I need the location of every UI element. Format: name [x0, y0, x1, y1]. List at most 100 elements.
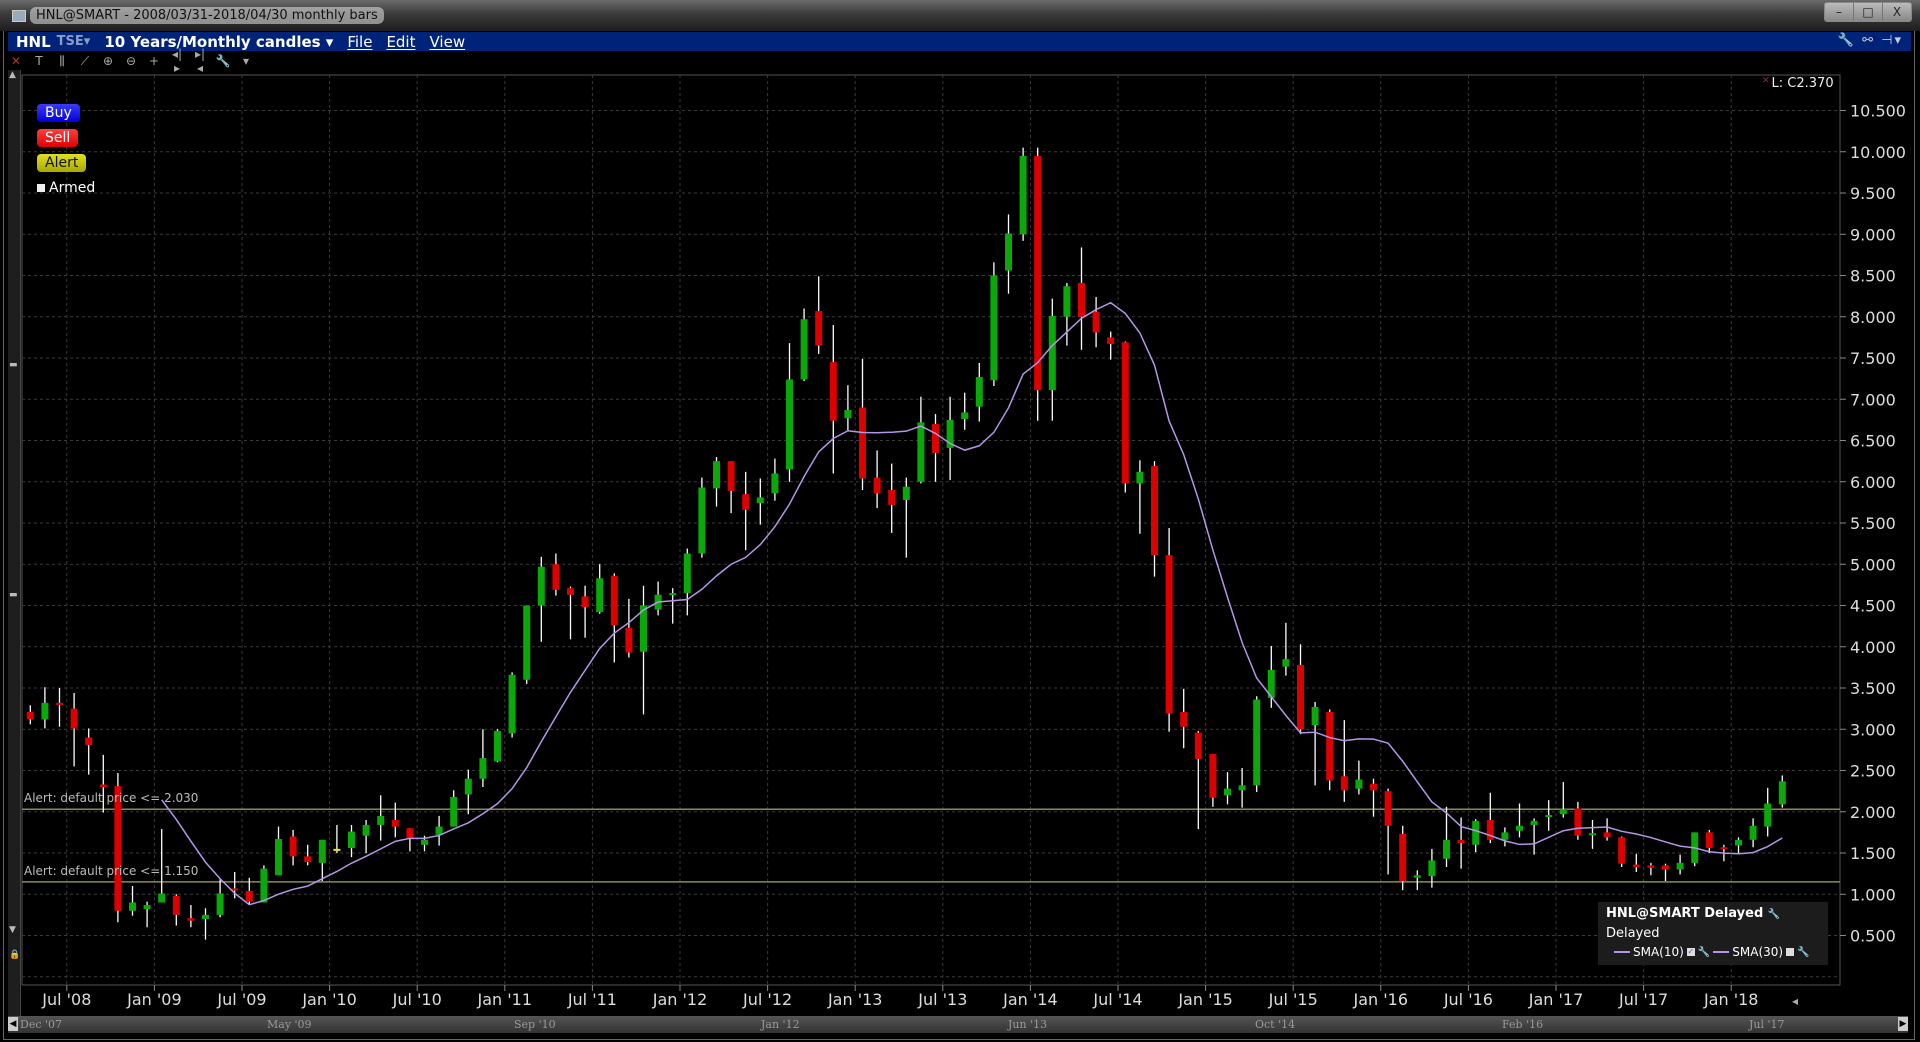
candle [552, 553, 560, 596]
menu-edit[interactable]: Edit [386, 33, 415, 51]
alert-button[interactable]: Alert [37, 154, 87, 172]
candle-body [391, 820, 399, 827]
left-scroll-strip[interactable]: ▲ ▬ ▬ ▼ 🔒 [8, 70, 21, 1020]
wrench-link-pin-icons[interactable]: 🔧 ⚯ ⊣▾ [1838, 33, 1903, 48]
expand-icon[interactable]: ◂|▸ [169, 47, 185, 75]
x-tick-label: Jan '12 [652, 990, 708, 1009]
candle [333, 824, 341, 853]
symbol-label[interactable]: HNL [16, 33, 51, 51]
compress-icon[interactable]: ▸|◂ [192, 47, 208, 75]
chart-toolbar: ✕ T ⫼ ⟋ ⊕ ⊖ + ◂|▸ ▸|◂ 🔧 ▾ [8, 47, 254, 75]
y-tick-label: 9.000 [1850, 225, 1896, 244]
scroll-right-icon[interactable]: ▶ [1898, 1017, 1908, 1031]
candlestick-chart[interactable]: 10.500 10.000 9.500 9.000 8.500 8.000 7.500 7.0… [0, 0, 1920, 1042]
window-title: HNL@SMART - 2008/03/31-2018/04/30 monthl… [30, 7, 384, 24]
candle [713, 457, 720, 507]
exchange-dropdown[interactable]: TSE▾ [57, 34, 91, 49]
x-tick-label: Jan '18 [1703, 990, 1759, 1009]
sma10-label[interactable]: SMA(10) [1633, 945, 1684, 959]
candle [129, 886, 136, 916]
candle-body [1355, 779, 1363, 789]
maximize-button[interactable]: □ [1853, 3, 1882, 21]
close-readout-icon[interactable]: ✕ [1762, 76, 1770, 86]
navigator-label: Jul '17 [1749, 1018, 1785, 1031]
wrench-icon[interactable]: 🔧 [1698, 947, 1710, 958]
zoom-out-icon[interactable]: ⊖ [123, 54, 139, 68]
candle-body [202, 914, 209, 919]
wrench-icon[interactable]: 🔧 [215, 54, 231, 68]
splitter-handle-icon[interactable]: ▬ [9, 360, 18, 370]
candle-body [990, 275, 998, 381]
candle [318, 839, 326, 882]
x-tick-label: Jul '08 [41, 990, 91, 1009]
x-tick-label: Jul '10 [392, 990, 442, 1009]
y-tick-label: 5.500 [1850, 514, 1896, 533]
candle [1589, 820, 1596, 849]
candle [1384, 788, 1392, 875]
candle-body [348, 831, 355, 849]
candle-body [56, 702, 63, 705]
axes: 10.500 10.000 9.500 9.000 8.500 8.000 7.500 7.0… [41, 102, 1906, 1010]
scroll-up-icon[interactable]: ▲ [9, 70, 16, 80]
candle [1238, 768, 1246, 808]
wrench-icon[interactable]: 🔧 [1768, 909, 1780, 920]
candle [786, 343, 793, 482]
candle [946, 396, 954, 481]
sma10-checkbox[interactable]: ✓ [1686, 948, 1695, 956]
candle [85, 728, 93, 775]
checkbox-icon[interactable] [37, 184, 45, 192]
minimize-button[interactable]: – [1825, 3, 1853, 21]
crosshair-icon[interactable]: + [146, 54, 162, 68]
lock-icon[interactable]: 🔒 [9, 950, 20, 960]
candle-body [742, 494, 750, 510]
text-icon[interactable]: T [31, 54, 47, 68]
candle [1603, 818, 1611, 841]
alert-label-lower[interactable]: Alert: default price <= 1.150 [24, 864, 198, 878]
title-bar[interactable]: HNL@SMART - 2008/03/31-2018/04/30 monthl… [0, 0, 1920, 31]
candle-body [1574, 808, 1582, 836]
period-dropdown[interactable]: 10 Years/Monthly candles ▾ [104, 33, 333, 51]
candle-body [888, 490, 896, 505]
candle [464, 769, 472, 815]
sma30-checkbox[interactable] [1786, 948, 1795, 956]
scroll-left-icon[interactable]: ◀ [8, 1017, 18, 1031]
y-tick-label: 5.000 [1850, 555, 1896, 574]
candle [508, 672, 516, 738]
candle [1224, 772, 1231, 805]
candle [1151, 461, 1158, 577]
zoom-in-icon[interactable]: ⊕ [100, 54, 116, 68]
time-navigator-scrollbar[interactable]: ◀ ▶ Dec '07 May '09 Sep '10 Jan '12 Jun '13 O… [8, 1016, 1908, 1033]
legend-status: Delayed [1606, 926, 1660, 941]
armed-checkbox[interactable]: Armed [37, 180, 95, 196]
candle-body [873, 477, 881, 494]
candle [1705, 829, 1713, 853]
bars-icon[interactable]: ⫼ [54, 54, 70, 69]
candle-body [99, 784, 107, 787]
y-tick-label: 2.000 [1850, 803, 1896, 822]
dropdown-icon[interactable]: ▾ [238, 54, 254, 68]
buy-button[interactable]: Buy [37, 104, 80, 122]
candle [815, 276, 823, 354]
x-tick-label: Jul '16 [1443, 990, 1493, 1009]
candle-body [1384, 791, 1392, 826]
sma30-label[interactable]: SMA(30) [1732, 945, 1783, 959]
candle-body [581, 596, 589, 608]
candle [260, 865, 268, 903]
candle-body [1121, 342, 1129, 484]
close-icon[interactable]: ✕ [8, 54, 24, 68]
close-button[interactable]: X [1882, 3, 1911, 21]
wrench-icon[interactable]: 🔧 [1797, 947, 1809, 958]
sell-button[interactable]: Sell [37, 129, 79, 147]
candle [961, 392, 969, 430]
candle-body [406, 828, 414, 839]
candle [581, 585, 589, 638]
candle-body [1705, 832, 1713, 849]
scroll-down-icon[interactable]: ▼ [9, 925, 16, 935]
draw-line-icon[interactable]: ⟋ [77, 54, 93, 69]
candle [362, 820, 370, 853]
alert-label-upper[interactable]: Alert: default price <= 2.030 [24, 791, 198, 805]
menu-file[interactable]: File [347, 33, 372, 51]
candle [216, 879, 224, 918]
menu-view[interactable]: View [430, 33, 466, 51]
splitter-handle-icon[interactable]: ▬ [9, 590, 18, 600]
